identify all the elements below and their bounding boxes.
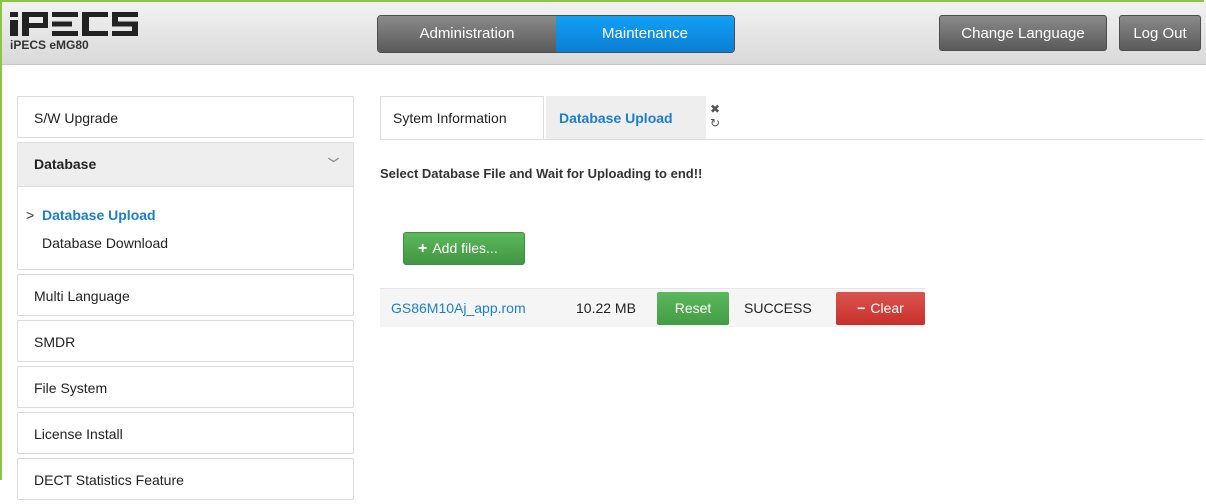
sidebar-group-body: > Database Upload Database Download [18, 187, 353, 269]
minus-icon: − [857, 300, 866, 316]
chevron-down-icon: ﹀ [328, 158, 339, 170]
sidebar-item-license-install[interactable]: License Install [17, 412, 354, 454]
clear-label: Clear [870, 300, 904, 316]
tab-controls: ✖ ↻ [708, 102, 722, 130]
add-files-label: Add files... [432, 240, 498, 256]
sidebar: S/W Upgrade Database ﹀ > Database Upload … [17, 96, 354, 504]
sidebar-item-multi-language[interactable]: Multi Language [17, 274, 354, 316]
sidebar-group-header[interactable]: Database ﹀ [18, 143, 353, 187]
sidebar-item-sw-upgrade[interactable]: S/W Upgrade [17, 96, 354, 138]
logout-button[interactable]: Log Out [1119, 15, 1201, 51]
reset-button[interactable]: Reset [657, 292, 729, 325]
add-files-button[interactable]: + Add files... [403, 232, 525, 265]
sidebar-subitem-database-download[interactable]: Database Download [26, 229, 353, 257]
ipecs-logo [10, 12, 140, 36]
nav-administration[interactable]: Administration [378, 16, 556, 52]
file-name-link[interactable]: GS86M10Aj_app.rom [391, 289, 526, 327]
file-row: GS86M10Aj_app.rom 10.22 MB Reset SUCCESS… [380, 288, 925, 327]
upload-status: SUCCESS [744, 300, 812, 316]
top-nav: Administration Maintenance [377, 15, 735, 53]
sidebar-item-smdr[interactable]: SMDR [17, 320, 354, 362]
change-language-button[interactable]: Change Language [939, 15, 1107, 51]
sidebar-group-database: Database ﹀ > Database Upload Database Dow… [17, 142, 354, 270]
sidebar-item-dect-statistics[interactable]: DECT Statistics Feature [17, 458, 354, 500]
close-icon[interactable]: ✖ [708, 102, 722, 116]
nav-maintenance[interactable]: Maintenance [556, 16, 734, 52]
tab-system-information[interactable]: Sytem Information [380, 96, 544, 139]
clear-button[interactable]: − Clear [836, 292, 925, 325]
header: iPECS eMG80 Administration Maintenance C… [2, 2, 1206, 65]
sidebar-subitem-label: Database Download [42, 235, 169, 251]
product-name: iPECS eMG80 [10, 38, 89, 52]
tab-database-upload[interactable]: Database Upload [546, 96, 706, 139]
refresh-icon[interactable]: ↻ [708, 116, 722, 130]
sidebar-subitem-database-upload[interactable]: > Database Upload [26, 201, 353, 229]
file-size: 10.22 MB [576, 300, 636, 316]
sidebar-subitem-label: Database Upload [42, 207, 156, 223]
plus-icon: + [418, 240, 428, 257]
sidebar-item-file-system[interactable]: File System [17, 366, 354, 408]
content-tabs: Sytem Information Database Upload ✖ ↻ [380, 96, 1204, 140]
chevron-right-icon: > [26, 207, 35, 223]
instruction-text: Select Database File and Wait for Upload… [380, 166, 703, 181]
sidebar-group-label: Database [34, 156, 97, 172]
